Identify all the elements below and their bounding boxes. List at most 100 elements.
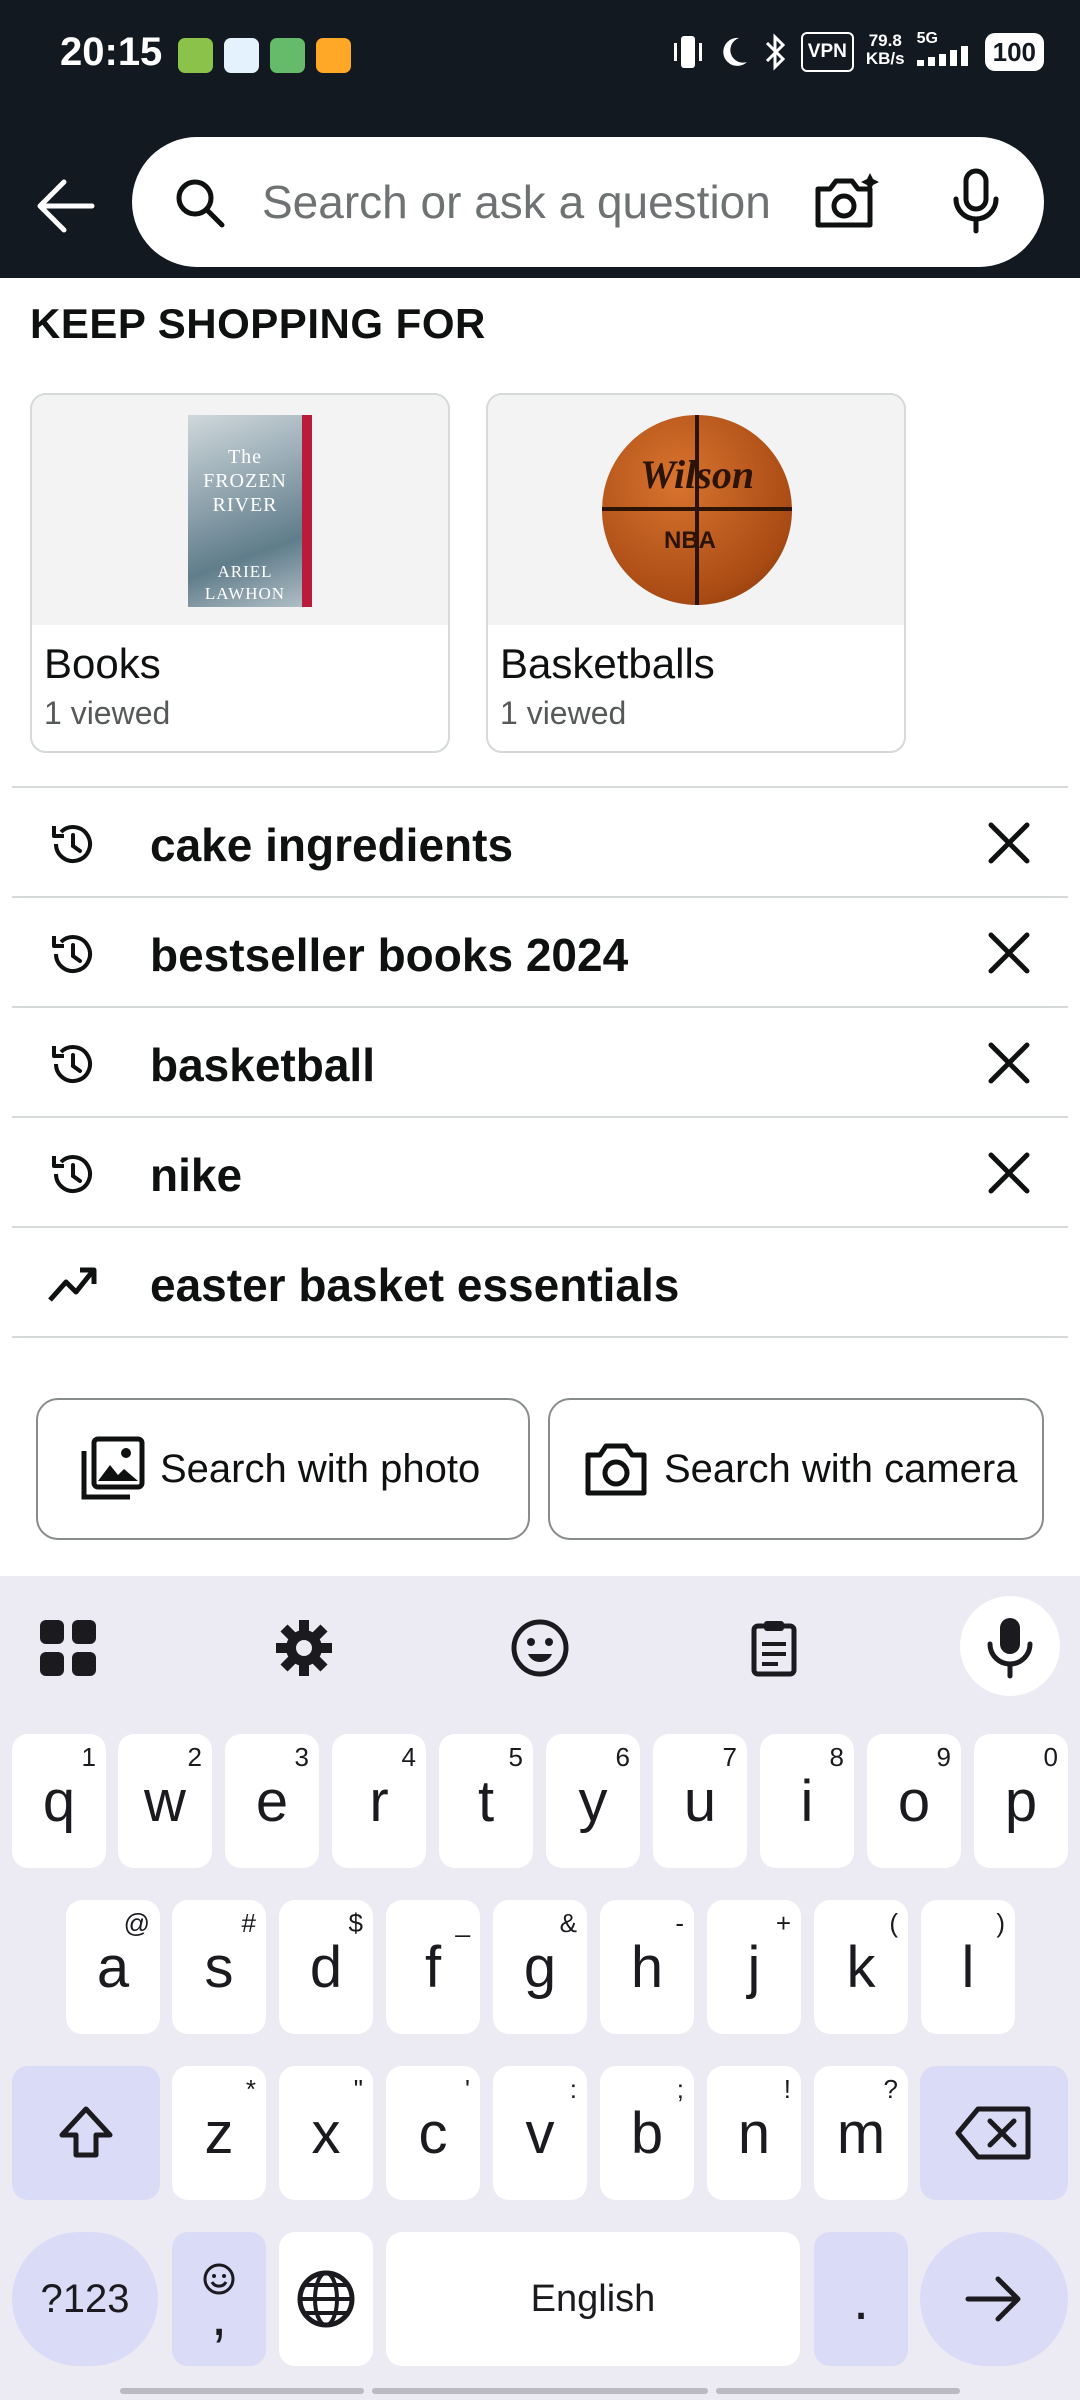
key-hint: 0	[1043, 1742, 1058, 1772]
key-b[interactable]: b;	[600, 2066, 694, 2200]
card-category: Basketballs	[500, 640, 715, 687]
divider	[12, 1006, 1068, 1008]
key-label: ?123	[40, 2276, 130, 2321]
enter-key[interactable]	[920, 2232, 1068, 2366]
arrow-right-icon	[965, 2276, 1021, 2322]
emoji-comma-key[interactable]: ,	[172, 2232, 266, 2366]
key-r[interactable]: r4	[332, 1734, 426, 1868]
search-with-camera-button[interactable]: Search with camera	[548, 1398, 1044, 1540]
tasks-app-icon	[178, 38, 213, 73]
key-label: z	[204, 2100, 234, 2166]
key-label: v	[525, 2100, 555, 2166]
emoji-icon[interactable]	[508, 1616, 572, 1680]
key-i[interactable]: i8	[760, 1734, 854, 1868]
search-box[interactable]	[132, 137, 1044, 267]
key-hint: )	[996, 1908, 1005, 1938]
product-image-area: The FROZEN RIVER ARIEL LAWHON	[32, 395, 448, 625]
key-c[interactable]: c '	[386, 2066, 480, 2200]
key-a[interactable]: a @	[66, 1900, 160, 2034]
key-label: t	[477, 1768, 495, 1834]
visual-search-camera-icon[interactable]	[812, 171, 882, 233]
key-label: o	[897, 1768, 931, 1834]
key-q[interactable]: q1	[12, 1734, 106, 1868]
microphone-icon	[987, 1618, 1033, 1679]
suggestion-text: cake ingredients	[150, 819, 514, 871]
ball-seam	[695, 415, 699, 605]
key-label: s	[204, 1934, 234, 2000]
voice-search-mic-icon[interactable]	[948, 167, 1004, 237]
globe-icon	[297, 2270, 355, 2328]
bluetooth-icon	[763, 32, 789, 72]
key-j[interactable]: j +	[707, 1900, 801, 2034]
clipboard-icon[interactable]	[742, 1616, 806, 1680]
keep-shopping-card-basketballs[interactable]: Wilson NBA Basketballs 1 viewed	[486, 393, 906, 753]
key-u[interactable]: u7	[653, 1734, 747, 1868]
key-g[interactable]: g &	[493, 1900, 587, 2034]
key-hint: @	[123, 1908, 150, 1938]
key-x[interactable]: x "	[279, 2066, 373, 2200]
suggestion-row[interactable]: nike	[12, 1120, 1068, 1228]
key-hint: 9	[936, 1742, 951, 1772]
keep-shopping-card-books[interactable]: The FROZEN RIVER ARIEL LAWHON Books 1 vi…	[30, 393, 450, 753]
apps-grid-icon[interactable]	[36, 1616, 100, 1680]
back-button[interactable]	[30, 172, 100, 242]
key-label: i	[800, 1768, 814, 1834]
key-n[interactable]: n!	[707, 2066, 801, 2200]
suggestion-text: easter basket essentials	[150, 1259, 680, 1311]
key-o[interactable]: o9	[867, 1734, 961, 1868]
remove-history-icon[interactable]	[986, 1150, 1032, 1196]
key-w[interactable]: w2	[118, 1734, 212, 1868]
search-icon	[176, 179, 225, 228]
cat-app-icon	[224, 38, 259, 73]
vibrate-icon	[671, 32, 705, 72]
key-d[interactable]: d $	[279, 1900, 373, 2034]
gesture-nav-bar	[716, 2388, 960, 2394]
key-v[interactable]: v:	[493, 2066, 587, 2200]
key-hint: *	[245, 2074, 256, 2104]
key-y[interactable]: y6	[546, 1734, 640, 1868]
key-p[interactable]: p0	[974, 1734, 1068, 1868]
search-with-photo-button[interactable]: Search with photo	[36, 1398, 530, 1540]
key-label: j	[747, 1934, 761, 2000]
key-label: e	[255, 1768, 289, 1834]
period-key[interactable]: .	[814, 2232, 908, 2366]
key-label: d	[309, 1934, 343, 2000]
language-key[interactable]	[279, 2232, 373, 2366]
key-z[interactable]: z *	[172, 2066, 266, 2200]
settings-gear-icon[interactable]	[272, 1616, 336, 1680]
remove-history-icon[interactable]	[986, 820, 1032, 866]
key-hint: +	[775, 1908, 791, 1938]
key-m[interactable]: m?	[814, 2066, 908, 2200]
suggestion-row[interactable]: bestseller books 2024	[12, 900, 1068, 1008]
key-hint: ;	[676, 2074, 684, 2104]
space-key[interactable]: English	[386, 2232, 800, 2366]
remove-history-icon[interactable]	[986, 1040, 1032, 1086]
key-label: g	[523, 1934, 557, 2000]
remove-history-icon[interactable]	[986, 930, 1032, 976]
key-h[interactable]: h-	[600, 1900, 694, 2034]
symbols-key[interactable]: ?123	[12, 2232, 158, 2366]
key-label: a	[96, 1934, 130, 2000]
key-t[interactable]: t5	[439, 1734, 533, 1868]
key-label: n	[737, 2100, 771, 2166]
shift-arrow-icon	[59, 2106, 113, 2158]
tools-app-icon	[316, 38, 351, 73]
suggestion-row[interactable]: cake ingredients	[12, 790, 1068, 898]
key-l[interactable]: l)	[921, 1900, 1015, 2034]
key-e[interactable]: e3	[225, 1734, 319, 1868]
shift-key[interactable]	[12, 2066, 160, 2200]
key-k[interactable]: k(	[814, 1900, 908, 2034]
key-f[interactable]: f _	[386, 1900, 480, 2034]
status-bar: 20:15 VPN 79.8 KB/s 5G 100	[0, 0, 1080, 112]
key-hint: 3	[294, 1742, 309, 1772]
voice-input-button[interactable]	[960, 1596, 1060, 1696]
card-viewed-count: 1 viewed	[500, 695, 627, 731]
key-hint: :	[569, 2074, 577, 2104]
suggestion-row[interactable]: basketball	[12, 1010, 1068, 1118]
backspace-key[interactable]	[920, 2066, 1068, 2200]
speed-value: 79.8	[868, 31, 902, 50]
suggestion-row[interactable]: easter basket essentials	[12, 1230, 1068, 1338]
key-s[interactable]: s #	[172, 1900, 266, 2034]
key-label: b	[630, 2100, 664, 2166]
moon-icon	[717, 32, 751, 72]
